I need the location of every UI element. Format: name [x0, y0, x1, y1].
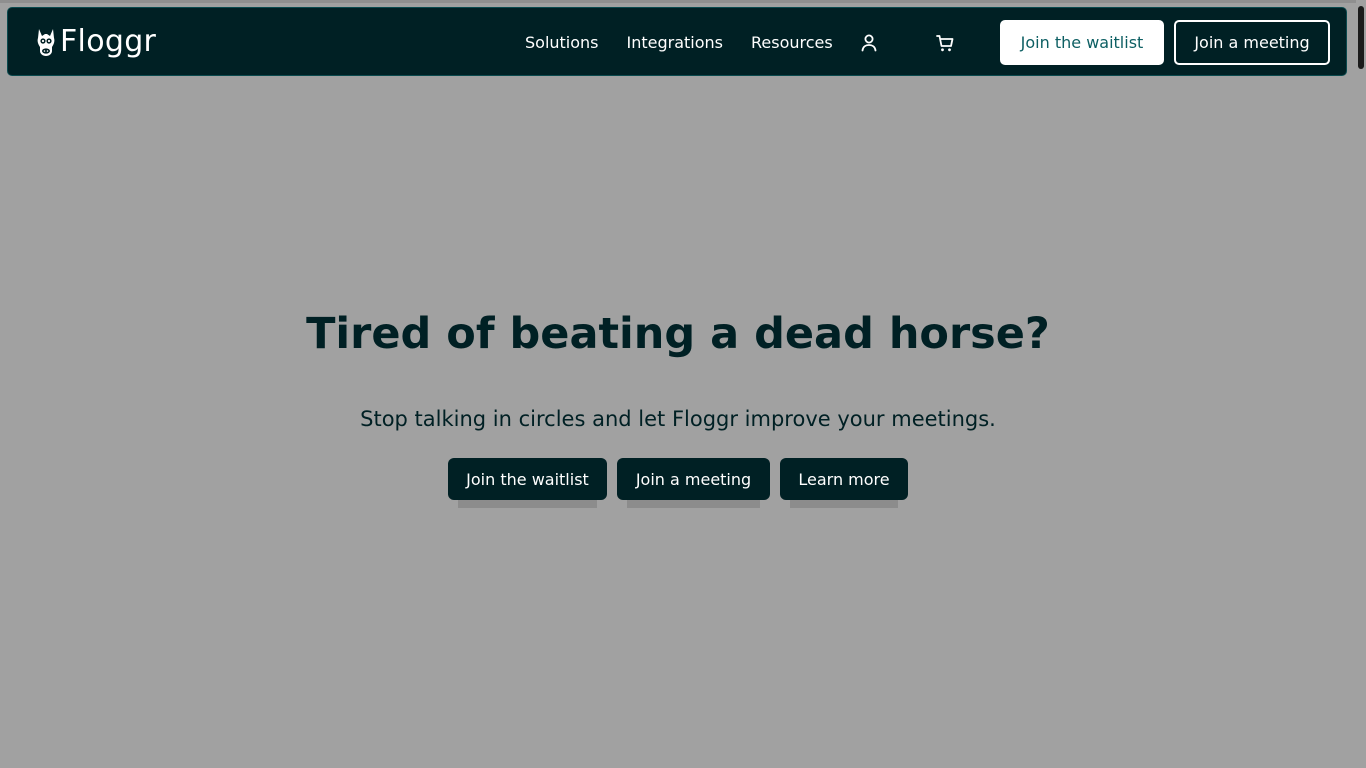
- scrollbar-track[interactable]: [1356, 0, 1366, 768]
- cart-icon: [936, 35, 954, 52]
- navbar: Floggr Solutions Integrations Resources …: [7, 7, 1347, 76]
- horse-head-icon: [37, 29, 55, 56]
- hero-learn-more-button[interactable]: Learn more: [780, 458, 908, 500]
- brand-logo-link[interactable]: Floggr: [34, 23, 156, 61]
- hero-title: Tired of beating a dead horse?: [306, 309, 1050, 359]
- top-border: [0, 0, 1366, 3]
- button-shadow: [627, 500, 760, 508]
- scrollbar-thumb[interactable]: [1358, 6, 1364, 69]
- page: Floggr Solutions Integrations Resources …: [0, 0, 1366, 768]
- brand-name: Floggr: [60, 24, 157, 59]
- hero-subtitle: Stop talking in circles and let Floggr i…: [360, 407, 996, 431]
- nav-join-waitlist-button[interactable]: Join the waitlist: [1000, 20, 1164, 65]
- button-shadow: [458, 500, 597, 508]
- nav-join-meeting-button[interactable]: Join a meeting: [1174, 20, 1330, 65]
- user-icon: [861, 34, 877, 52]
- cart-button[interactable]: [934, 32, 956, 54]
- nav-link-integrations[interactable]: Integrations: [627, 28, 724, 58]
- button-shadow: [790, 500, 898, 508]
- hero-join-meeting-button[interactable]: Join a meeting: [617, 458, 770, 500]
- nav-link-solutions[interactable]: Solutions: [525, 28, 599, 58]
- account-button[interactable]: [858, 32, 880, 54]
- primary-nav: Solutions Integrations Resources: [525, 28, 833, 58]
- nav-link-resources[interactable]: Resources: [751, 28, 833, 58]
- hero-join-waitlist-button[interactable]: Join the waitlist: [448, 458, 607, 500]
